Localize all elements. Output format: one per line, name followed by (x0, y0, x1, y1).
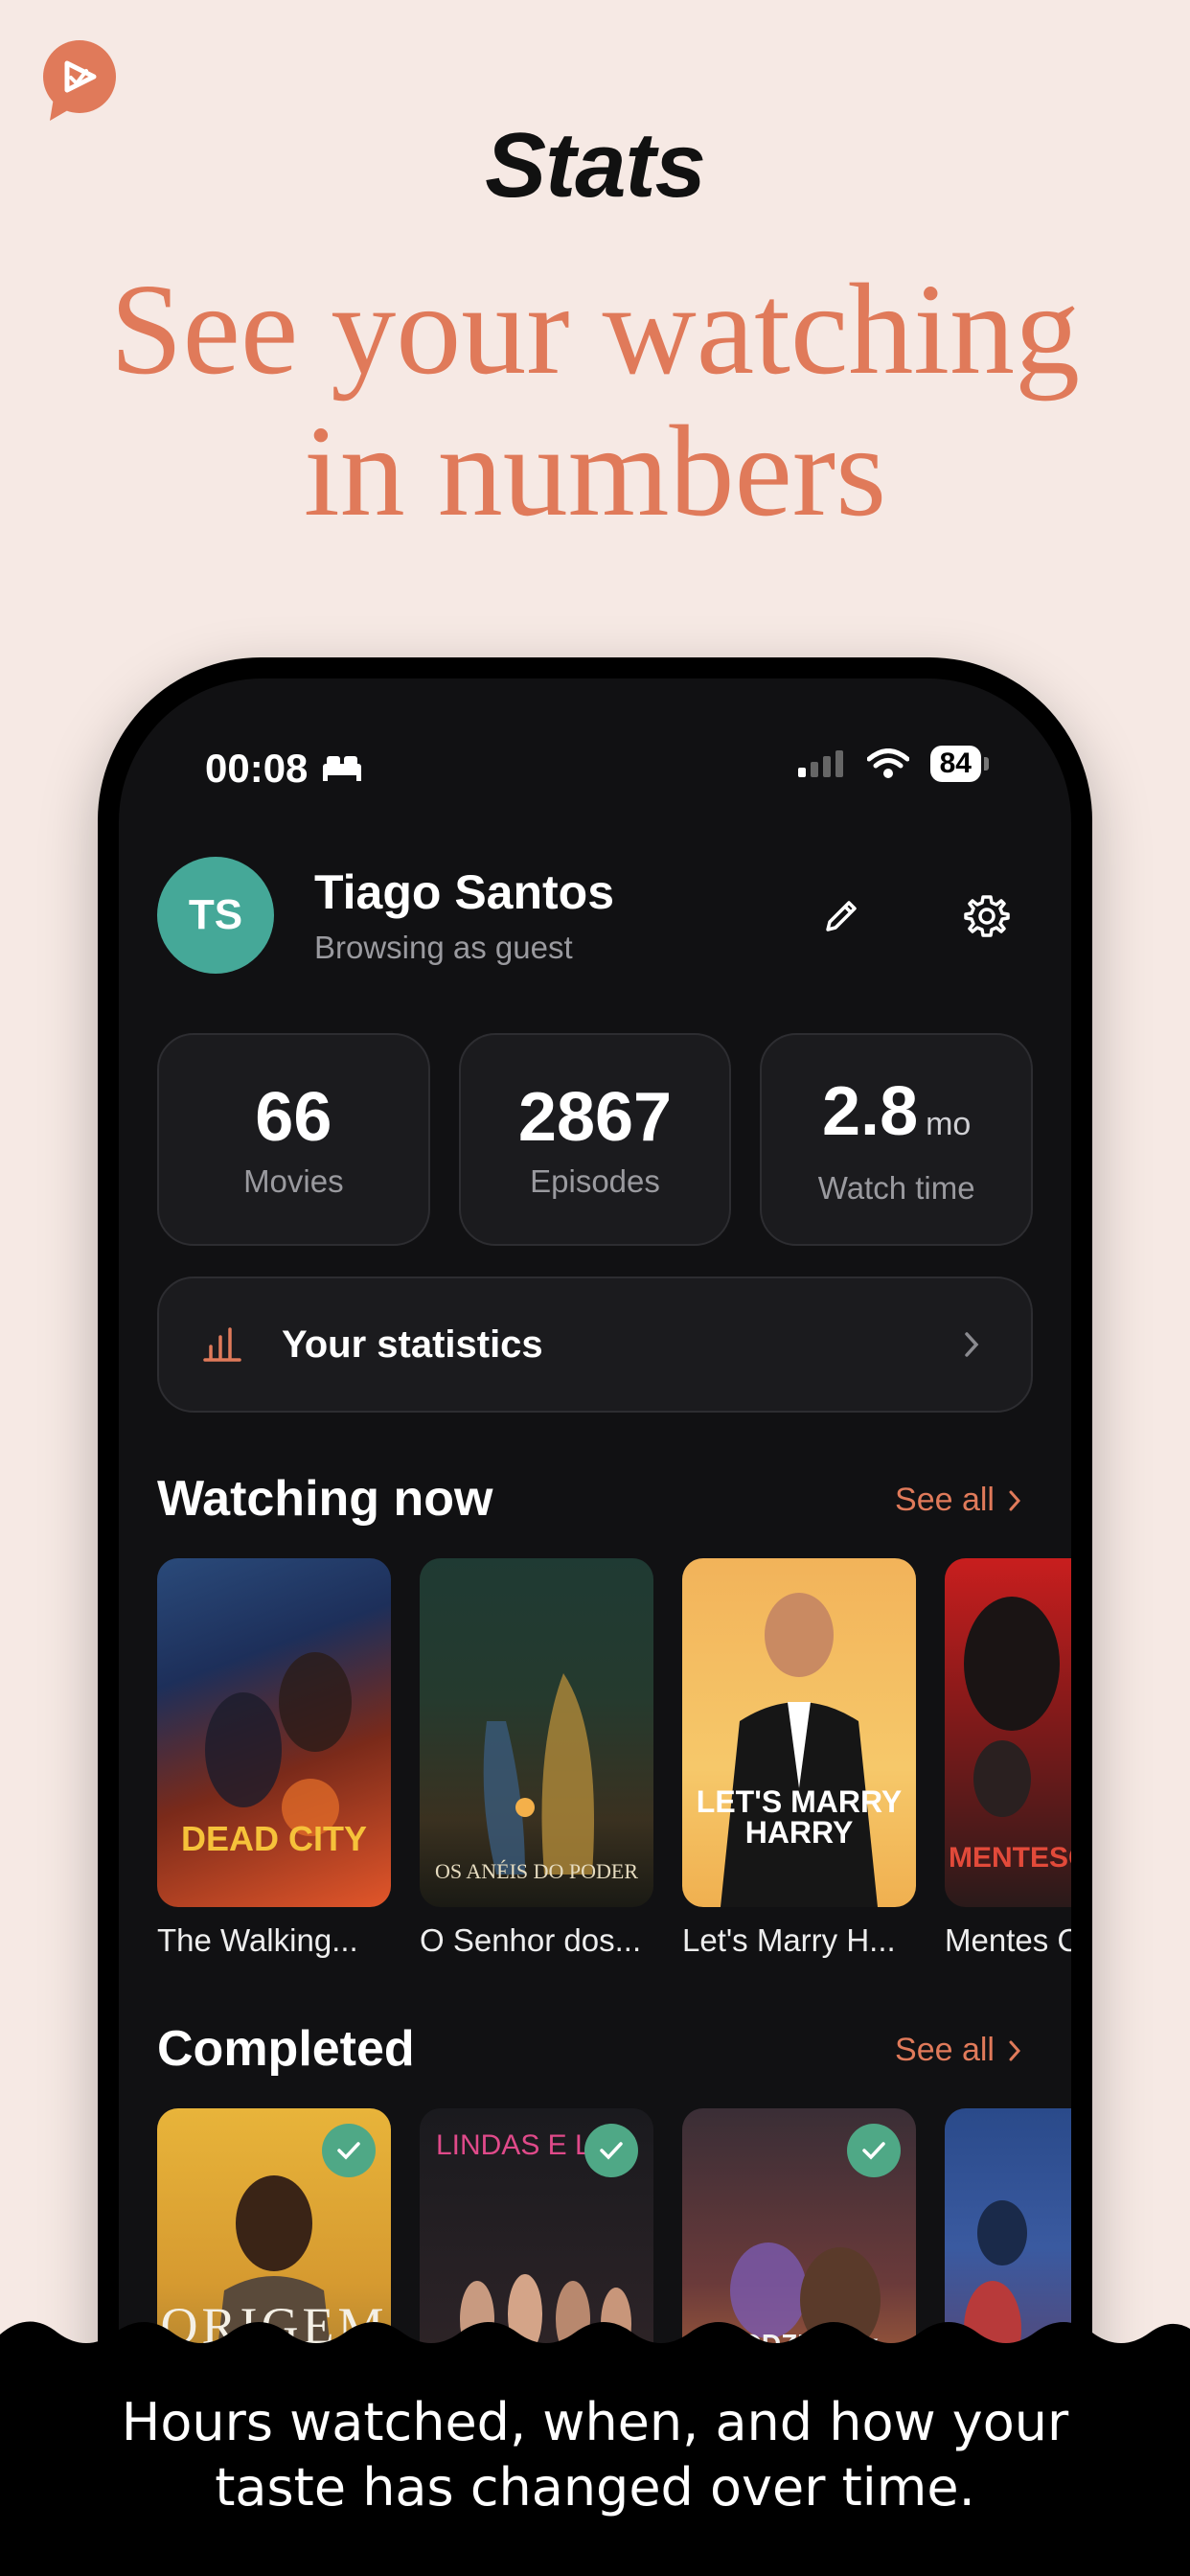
app-logo-icon (43, 40, 116, 121)
poster-art (721, 1593, 878, 1907)
pencil-icon (826, 901, 857, 932)
poster-title: Let's Marry H... (682, 1922, 896, 1958)
completed-check-badge (322, 2124, 376, 2177)
poster-card[interactable]: DEAD CITY The Walking... (157, 1558, 391, 1959)
headline-line-2: in numbers (303, 400, 887, 543)
completed-check-badge (847, 2124, 901, 2177)
poster-image: MENTESCR (945, 1558, 1071, 1907)
see-all-label: See all (895, 1482, 995, 1518)
stat-label: Watch time (817, 1169, 975, 1206)
bed-icon (323, 756, 362, 781)
poster-art (483, 1673, 594, 1874)
page-label: Stats (485, 114, 706, 217)
section-title-completed: Completed (157, 2021, 415, 2077)
stat-value: 2.8 mo (822, 1072, 972, 1150)
footer-line-1: Hours watched, when, and how your (121, 2392, 1069, 2452)
check-icon (337, 2142, 360, 2160)
check-icon (862, 2142, 885, 2160)
edit-profile-button[interactable] (807, 882, 876, 951)
poster-text: LET'S MARRY HARRY (696, 1784, 903, 1850)
poster-text: MENTESCR (949, 1842, 1071, 1874)
poster-image: LET'S MARRY HARRY (682, 1558, 916, 1907)
poster-text: DEAD CITY (180, 1819, 367, 1858)
check-icon (600, 2142, 623, 2160)
footer-line-2: taste has changed over time. (215, 2457, 975, 2518)
poster-text: OS ANÉIS DO PODER (434, 1859, 639, 1883)
bar-chart-icon (203, 1327, 241, 1362)
gear-icon (964, 895, 1010, 937)
stat-label: Episodes (530, 1163, 660, 1199)
wifi-icon (866, 748, 909, 778)
poster-image: OS ANÉIS DO PODER (420, 1558, 653, 1907)
stat-card-episodes[interactable]: 2867 Episodes (458, 1033, 732, 1246)
settings-button[interactable] (952, 882, 1021, 951)
footer-caption: Hours watched, when, and how your taste … (0, 2390, 1190, 2520)
see-all-label: See all (895, 2032, 995, 2068)
poster-title: The Walking... (157, 1922, 358, 1958)
your-statistics-label: Your statistics (282, 1322, 543, 1366)
profile-name: Tiago Santos (314, 865, 615, 919)
stats-row: 66 Movies 2867 Episodes 2.8 mo Watch time (157, 1033, 1034, 1246)
completed-check-badge (584, 2124, 638, 2177)
cellular-signal-icon (797, 750, 843, 777)
poster-card[interactable]: OS ANÉIS DO PODER O Senhor dos... (420, 1558, 653, 1959)
stat-value: 2867 (517, 1079, 673, 1156)
profile-subtitle: Browsing as guest (314, 930, 573, 965)
poster-title: O Senhor dos... (420, 1922, 642, 1958)
chevron-right-icon (965, 1332, 979, 1357)
see-all-completed[interactable]: See all (895, 2032, 1021, 2069)
headline-line-1: See your watching (109, 258, 1081, 402)
battery-indicator: 84 (929, 746, 990, 782)
stat-label: Movies (243, 1163, 344, 1199)
stat-unit: mo (926, 1105, 972, 1142)
phone-screen: 00:08 84 TS Tiago Santos Browsing as gue… (119, 678, 1071, 2576)
stat-card-movies[interactable]: 66 Movies (157, 1033, 430, 1246)
headline: See your watching in numbers (0, 259, 1190, 542)
status-indicators: 84 (796, 746, 990, 782)
status-time: 00:08 (205, 746, 363, 792)
stat-value: 66 (255, 1079, 332, 1156)
your-statistics-button[interactable]: Your statistics (157, 1276, 1033, 1413)
chevron-right-icon (1009, 1490, 1021, 1510)
section-title-watching-now: Watching now (157, 1471, 493, 1527)
poster-image: DEAD CITY (157, 1558, 391, 1907)
phone-frame: 00:08 84 TS Tiago Santos Browsing as gue… (98, 657, 1092, 2576)
poster-title: Mentes C (945, 1922, 1071, 1958)
status-time-text: 00:08 (205, 746, 309, 791)
poster-card[interactable]: LET'S MARRY HARRY Let's Marry H... (682, 1558, 916, 1959)
watching-now-list: DEAD CITY The Walking... OS ANÉIS DO POD… (157, 1558, 1071, 1959)
stat-card-watch-time[interactable]: 2.8 mo Watch time (760, 1033, 1034, 1246)
see-all-watching-now[interactable]: See all (895, 1482, 1021, 1519)
avatar[interactable]: TS (157, 857, 274, 974)
chevron-right-icon (1009, 2040, 1021, 2060)
poster-card[interactable]: MENTESCR Mentes C (945, 1558, 1071, 1959)
